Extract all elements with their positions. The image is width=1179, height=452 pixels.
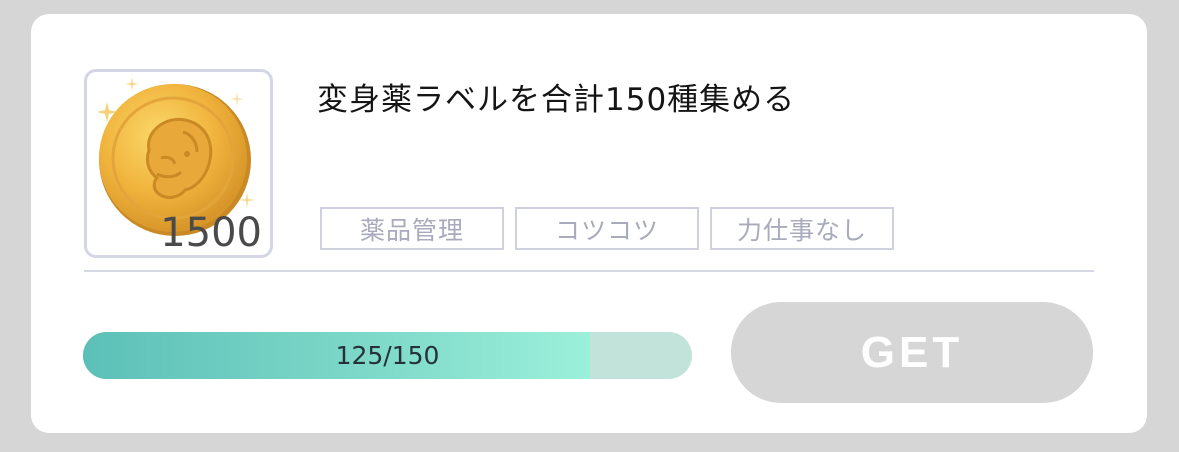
mission-card: 1500 変身薬ラベルを合計150種集める 薬品管理 コツコツ 力仕事なし 12… — [31, 14, 1147, 433]
tag-label: コツコツ — [515, 207, 699, 250]
progress-label: 125/150 — [335, 341, 440, 370]
reward-amount: 1500 — [160, 210, 262, 256]
progress-bar: 125/150 — [83, 332, 692, 379]
get-button[interactable]: GET — [731, 302, 1093, 403]
tag-label: 力仕事なし — [710, 207, 894, 250]
tag-label: 薬品管理 — [320, 207, 504, 250]
reward-box: 1500 — [84, 69, 273, 258]
divider — [84, 270, 1094, 272]
mission-tags: 薬品管理 コツコツ 力仕事なし — [320, 207, 894, 250]
mission-title: 変身薬ラベルを合計150種集める — [317, 82, 796, 118]
